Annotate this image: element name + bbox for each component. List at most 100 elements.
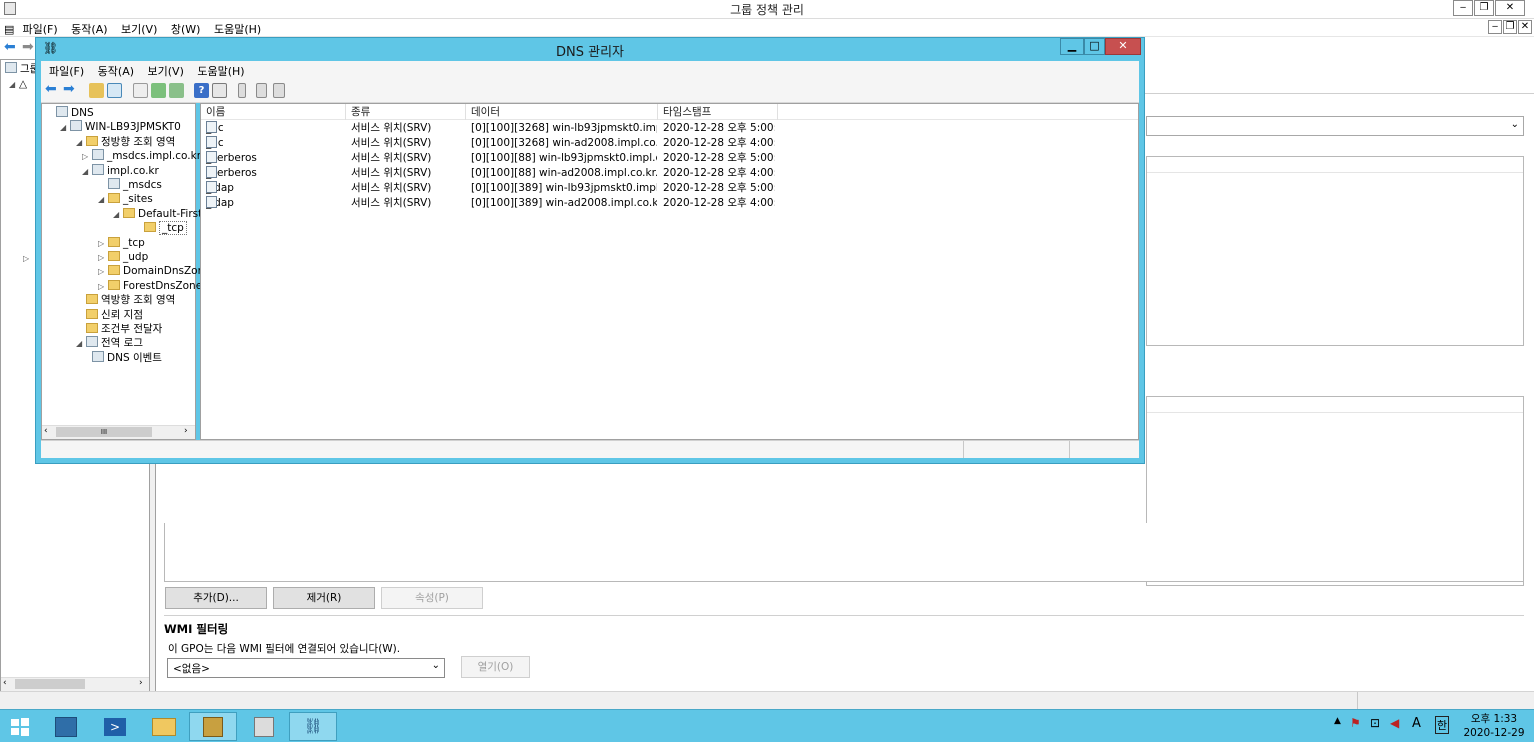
child-minimize-button[interactable]: ‒ — [1488, 20, 1502, 34]
dns-maximize-button[interactable]: □ — [1084, 38, 1105, 55]
table-row[interactable]: _kerberos 서비스 위치(SRV) [0][100][88] win-lb9… — [201, 151, 1140, 166]
menu-help[interactable]: 도움말(H) — [209, 19, 266, 39]
collapse-arrow-icon[interactable]: ◢ — [113, 208, 123, 222]
tree-node[interactable]: 조건부 전달자 — [76, 322, 162, 336]
expand-arrow-icon[interactable]: ▷ — [82, 150, 92, 164]
expand-arrow-icon[interactable]: ▷ — [98, 265, 108, 279]
child-restore-button[interactable]: ❐ — [1503, 20, 1517, 34]
tree-node[interactable]: _tcp — [134, 221, 187, 236]
scroll-right-icon[interactable]: › — [184, 426, 188, 436]
taskbar-powershell[interactable]: > — [91, 712, 139, 741]
tree-node[interactable]: ◢ impl.co.kr — [82, 163, 159, 179]
tree-node[interactable]: ◢ 전역 로그 — [76, 336, 143, 350]
dns-record-list[interactable]: 이름 종류 데이터 타임스탬프 _gc 서비스 위치(SRV) [0][100][3… — [200, 103, 1139, 440]
back-arrow-icon[interactable]: ⬅ — [4, 39, 16, 55]
menu-window[interactable]: 창(W) — [166, 19, 206, 39]
action-center-icon[interactable]: ⚑ — [1350, 716, 1361, 730]
column-type[interactable]: 종류 — [346, 104, 466, 120]
dns-manager-window[interactable]: ⛓ DNS 관리자 ▁ □ ✕ 파일(F) 동작(A) 보기(V) 도움말(H)… — [35, 37, 1145, 464]
taskbar-group-policy[interactable] — [189, 712, 237, 741]
export-icon[interactable] — [169, 83, 184, 98]
collapse-arrow-icon[interactable]: ◢ — [98, 193, 108, 207]
dns-menu-file[interactable]: 파일(F) — [41, 61, 89, 81]
tree-node[interactable]: DNS 이벤트 — [82, 350, 162, 365]
menu-action[interactable]: 동작(A) — [66, 19, 112, 39]
forward-arrow-icon[interactable]: ➡ — [22, 39, 34, 55]
forward-arrow-icon[interactable]: ➡ — [63, 81, 75, 97]
taskbar-print-management[interactable] — [240, 712, 288, 741]
table-row[interactable]: _ldap 서비스 위치(SRV) [0][100][389] win-lb93jp… — [201, 181, 1140, 196]
back-arrow-icon[interactable]: ⬅ — [45, 81, 57, 97]
add-button[interactable]: 추가(D)... — [165, 587, 267, 609]
expand-arrow-icon[interactable]: ▷ — [98, 280, 108, 294]
clock[interactable]: 오후 1:33 2020-12-29 — [1458, 712, 1530, 740]
child-close-button[interactable]: ✕ — [1518, 20, 1532, 34]
column-data[interactable]: 데이터 — [466, 104, 658, 120]
menu-file[interactable]: 파일(F) — [18, 19, 63, 39]
dns-menu-action[interactable]: 동작(A) — [93, 61, 139, 81]
tree-node[interactable]: ▷ DomainDnsZone — [98, 264, 211, 278]
scroll-thumb[interactable]: III — [56, 427, 152, 437]
tree-node[interactable]: ▷ _tcp — [98, 236, 145, 250]
properties-button[interactable]: 속성(P) — [381, 587, 483, 609]
table-row[interactable]: _kerberos 서비스 위치(SRV) [0][100][88] win-ad2… — [201, 166, 1140, 181]
dns-menu-help[interactable]: 도움말(H) — [192, 61, 249, 81]
tree-node[interactable]: ◢ _sites — [98, 192, 153, 206]
wmi-filter-select[interactable]: <없음> ⌄ — [167, 658, 445, 678]
tree-node[interactable]: ◢ WIN-LB93JPMSKT0 — [60, 120, 181, 134]
up-folder-icon[interactable] — [89, 83, 104, 98]
dns-close-button[interactable]: ✕ — [1105, 38, 1141, 55]
scroll-thumb[interactable] — [15, 679, 85, 689]
table-row[interactable]: _gc 서비스 위치(SRV) [0][100][3268] win-ad2008.… — [201, 136, 1140, 151]
outer-tree-collapsed-node[interactable]: ▷ — [23, 251, 33, 265]
taskbar-dns-manager[interactable]: ⛓ — [289, 712, 337, 741]
ime-mode-indicator[interactable]: A — [1412, 716, 1421, 731]
zone-record-icon[interactable] — [273, 83, 285, 98]
tree-node[interactable]: ◢ Default-First-S — [113, 207, 213, 221]
tree-node[interactable]: ▷ _msdcs.impl.co.kr — [82, 149, 201, 163]
scroll-left-icon[interactable]: ‹ — [3, 678, 7, 688]
show-hidden-icons-icon[interactable]: ▲ — [1334, 716, 1341, 726]
outer-tree-hscroll[interactable]: ‹ › — [1, 677, 149, 691]
tree-node[interactable]: _msdcs — [98, 178, 162, 192]
wmi-open-button[interactable]: 열기(O) — [461, 656, 530, 678]
scope-list[interactable] — [1146, 156, 1524, 346]
collapse-arrow-icon[interactable]: ◢ — [60, 121, 70, 135]
taskbar-explorer[interactable] — [140, 712, 188, 741]
column-timestamp[interactable]: 타임스탬프 — [658, 104, 778, 120]
expand-arrow-icon[interactable]: ▷ — [98, 237, 108, 251]
remove-button[interactable]: 제거(R) — [273, 587, 375, 609]
tree-node[interactable]: ▷ _udp — [98, 250, 148, 264]
help-icon[interactable]: ? — [194, 83, 209, 98]
close-button[interactable]: ✕ — [1495, 0, 1525, 16]
tree-node[interactable]: 신뢰 지점 — [76, 308, 143, 322]
collapse-arrow-icon[interactable]: ◢ — [76, 136, 86, 150]
collapse-arrow-icon[interactable]: ◢ — [76, 337, 86, 351]
collapse-arrow-icon[interactable]: ◢ — [82, 165, 92, 179]
action-pane-icon[interactable] — [212, 83, 227, 98]
table-row[interactable]: _ldap 서비스 위치(SRV) [0][100][389] win-ad2008… — [201, 196, 1140, 211]
tree-node[interactable]: ▷ ForestDnsZones — [98, 279, 208, 293]
restore-button[interactable]: ❐ — [1474, 0, 1494, 16]
properties-icon[interactable] — [133, 83, 148, 98]
network-icon[interactable]: ⊡ — [1370, 716, 1380, 730]
minimize-button[interactable]: ‒ — [1453, 0, 1473, 16]
dns-menu-view[interactable]: 보기(V) — [143, 61, 189, 81]
tree-node[interactable]: ◢ 정방향 조회 영역 — [76, 135, 175, 149]
ime-lang-indicator[interactable]: 한 — [1435, 716, 1450, 734]
volume-icon[interactable]: ◀ — [1390, 716, 1399, 730]
dns-title-bar[interactable]: ⛓ DNS 관리자 ▁ □ ✕ — [36, 38, 1144, 60]
outer-tree-child[interactable]: ◢ △ — [9, 77, 27, 91]
tree-node[interactable]: 역방향 조회 영역 — [76, 293, 175, 307]
scope-dropdown[interactable]: ⌄ — [1146, 116, 1524, 136]
start-button[interactable] — [0, 712, 40, 741]
server-icon[interactable] — [238, 83, 246, 98]
table-row[interactable]: _gc 서비스 위치(SRV) [0][100][3268] win-lb93jpm… — [201, 121, 1140, 136]
tree-node[interactable]: DNS — [46, 106, 94, 120]
expand-arrow-icon[interactable]: ▷ — [98, 251, 108, 265]
scroll-left-icon[interactable]: ‹ — [44, 426, 48, 436]
menu-view[interactable]: 보기(V) — [116, 19, 162, 39]
column-name[interactable]: 이름 — [201, 104, 346, 120]
dns-tree-hscroll[interactable]: ‹ III › — [42, 425, 195, 439]
taskbar-server-manager[interactable] — [42, 712, 90, 741]
